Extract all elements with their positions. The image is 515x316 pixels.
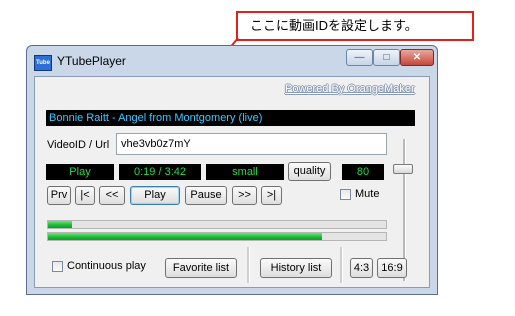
volume-slider-thumb[interactable] xyxy=(393,164,413,174)
buffer-progress-bar xyxy=(47,220,387,229)
rewind-button[interactable]: << xyxy=(99,186,125,205)
title-bar[interactable]: Tube YTubePlayer — □ ✕ xyxy=(27,46,437,76)
volume-display: 80 xyxy=(342,164,384,180)
continuous-play-checkbox-box[interactable] xyxy=(52,261,63,272)
video-id-input[interactable] xyxy=(116,133,387,155)
app-icon: Tube xyxy=(34,55,52,71)
history-list-button[interactable]: History list xyxy=(260,258,332,278)
previous-button[interactable]: Prv xyxy=(47,186,71,205)
minimize-button[interactable]: — xyxy=(346,49,373,66)
maximize-icon: □ xyxy=(383,52,390,63)
window-title: YTubePlayer xyxy=(57,54,126,68)
divider xyxy=(247,247,250,283)
aspect-4-3-button[interactable]: 4:3 xyxy=(350,258,373,278)
quality-button[interactable]: quality xyxy=(288,162,331,181)
mute-checkbox-box[interactable] xyxy=(340,189,351,200)
skip-to-start-button[interactable]: |< xyxy=(75,186,95,205)
player-window: Tube YTubePlayer — □ ✕ Powered By Orange… xyxy=(26,45,438,295)
quality-size-display: small xyxy=(206,164,284,180)
time-display: 0:19 / 3:42 xyxy=(119,164,201,180)
video-id-label: VideoID / Url xyxy=(47,139,110,151)
continuous-play-label: Continuous play xyxy=(67,260,146,272)
playback-seek-bar[interactable] xyxy=(47,232,387,241)
play-button[interactable]: Play xyxy=(130,186,180,205)
play-status-display: Play xyxy=(46,164,114,180)
maximize-button[interactable]: □ xyxy=(373,49,400,66)
favorite-list-button[interactable]: Favorite list xyxy=(165,258,237,278)
fast-forward-button[interactable]: >> xyxy=(232,186,257,205)
annotation-callout: ここに動画IDを設定します。 xyxy=(236,11,474,41)
pause-button[interactable]: Pause xyxy=(185,186,227,205)
skip-to-end-button[interactable]: >| xyxy=(261,186,282,205)
divider xyxy=(340,247,343,283)
close-button[interactable]: ✕ xyxy=(400,49,434,66)
minimize-icon: — xyxy=(354,52,365,63)
aspect-16-9-button[interactable]: 16:9 xyxy=(377,258,407,278)
player-panel: Powered By OrangeMaker Bonnie Raitt - An… xyxy=(34,76,430,288)
mute-label: Mute xyxy=(355,188,380,200)
close-icon: ✕ xyxy=(412,52,422,63)
buffer-progress-fill xyxy=(48,221,72,228)
powered-by-link[interactable]: Powered By OrangeMaker xyxy=(285,83,415,95)
now-playing-title: Bonnie Raitt - Angel from Montgomery (li… xyxy=(46,110,415,126)
playback-progress-fill xyxy=(48,233,322,240)
